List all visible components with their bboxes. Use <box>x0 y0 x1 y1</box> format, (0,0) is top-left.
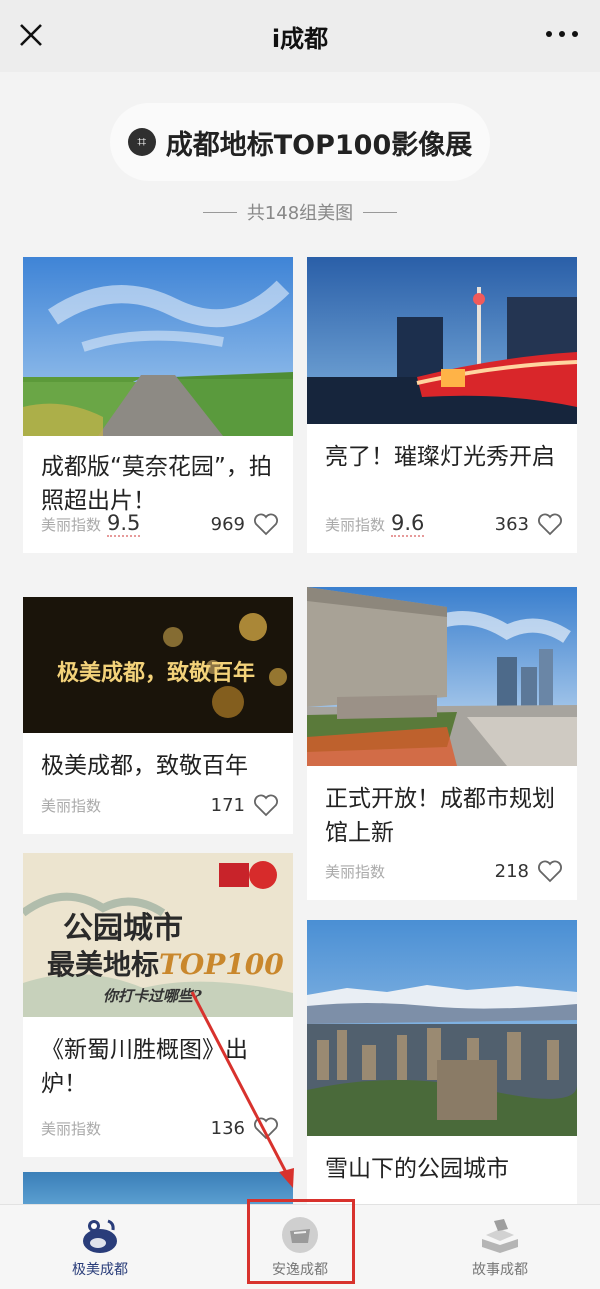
close-icon[interactable] <box>18 22 44 48</box>
photo-card[interactable]: 雪山下的公园城市 <box>307 920 577 1204</box>
teacup-icon <box>282 1217 318 1253</box>
card-image-line1: 公园城市 <box>63 911 183 946</box>
like-count: 969 <box>210 513 245 535</box>
card-meta: 美丽指数 9.5 969 <box>41 509 279 539</box>
heart-icon[interactable] <box>537 859 563 883</box>
like-count: 136 <box>210 1117 245 1139</box>
beauty-index-label: 美丽指数 <box>41 1119 102 1138</box>
card-image-caption: 极美成都，致敬百年 <box>57 660 256 686</box>
photo-card[interactable]: 正式开放！成都市规划馆上新 美丽指数 218 <box>307 587 577 900</box>
heart-icon[interactable] <box>253 1116 279 1140</box>
beauty-score: 9.5 <box>107 511 141 537</box>
card-title: 正式开放！成都市规划馆上新 <box>325 786 555 846</box>
beauty-index-label: 美丽指数 <box>325 862 386 881</box>
photo-card[interactable]: 公园城市 最美地标TOP100 你打卡过哪些? 《新蜀川胜概图》出炉！ 美丽指数… <box>23 853 293 1157</box>
exhibition-header: ⌗ 成都地标TOP100影像展 <box>110 103 490 181</box>
like-count: 363 <box>494 513 529 535</box>
card-title: 成都版“莫奈花园”，拍照超出片！ <box>41 454 272 514</box>
card-image <box>307 257 577 424</box>
photo-count: 共148组美图 <box>0 196 600 228</box>
card-image-line2-b: TOP100 <box>159 948 284 981</box>
heart-icon[interactable] <box>253 512 279 536</box>
photo-card[interactable]: 亮了！璀璨灯光秀开启 美丽指数 9.6 363 <box>307 257 577 553</box>
card-image: 公园城市 最美地标TOP100 你打卡过哪些? <box>23 853 293 1017</box>
beauty-index-label: 美丽指数 <box>41 515 102 534</box>
card-image <box>307 920 577 1136</box>
beauty-index-label: 美丽指数 <box>41 796 102 815</box>
photo-card-image-partial[interactable] <box>23 1172 293 1204</box>
heart-icon[interactable] <box>253 793 279 817</box>
card-meta: 美丽指数 9.6 363 <box>325 509 563 539</box>
card-image-line2-a: 最美地标 <box>47 948 160 981</box>
card-meta: 美丽指数 136 <box>41 1113 279 1143</box>
tab-label: 极美成都 <box>72 1262 128 1278</box>
beauty-score: 9.6 <box>391 511 425 537</box>
like-count: 171 <box>210 794 245 816</box>
tab-jimei-chengdu[interactable]: 极美成都 <box>0 1205 200 1289</box>
book-icon <box>482 1219 518 1253</box>
card-image <box>23 257 293 436</box>
like-count: 218 <box>494 860 529 882</box>
camera-icon: ⌗ <box>127 128 156 156</box>
exhibition-title: 成都地标TOP100影像展 <box>165 129 473 161</box>
card-image-line3: 你打卡过哪些? <box>103 987 202 1005</box>
heart-icon[interactable] <box>537 512 563 536</box>
photo-card[interactable]: 极美成都，致敬百年 极美成都，致敬百年 美丽指数 171 <box>23 597 293 834</box>
beauty-index-label: 美丽指数 <box>325 515 386 534</box>
card-meta: 美丽指数 171 <box>41 790 279 820</box>
panda-icon <box>83 1219 117 1253</box>
card-meta: 美丽指数 218 <box>325 856 563 886</box>
tab-gushi-chengdu[interactable]: 故事成都 <box>400 1205 600 1289</box>
nav-bar: i成都 <box>0 0 600 72</box>
tab-label: 安逸成都 <box>272 1262 328 1278</box>
photo-card[interactable]: 成都版“莫奈花园”，拍照超出片！ 美丽指数 9.5 969 <box>23 257 293 553</box>
tab-label: 故事成都 <box>472 1262 528 1278</box>
card-title: 《新蜀川胜概图》出炉！ <box>41 1037 248 1097</box>
page-title: i成都 <box>271 24 329 53</box>
bottom-tab-bar: 极美成都 安逸成都 故事成都 <box>0 1204 600 1289</box>
photo-count-text: 共148组美图 <box>246 203 354 224</box>
card-title: 雪山下的公园城市 <box>325 1156 509 1182</box>
more-icon[interactable] <box>546 24 578 44</box>
card-image: 极美成都，致敬百年 <box>23 597 293 733</box>
card-image-line2: 最美地标TOP100 <box>47 943 284 983</box>
card-title: 极美成都，致敬百年 <box>41 753 248 779</box>
card-title: 亮了！璀璨灯光秀开启 <box>325 444 555 470</box>
tab-anyi-chengdu[interactable]: 安逸成都 <box>200 1205 400 1289</box>
card-image <box>307 587 577 766</box>
